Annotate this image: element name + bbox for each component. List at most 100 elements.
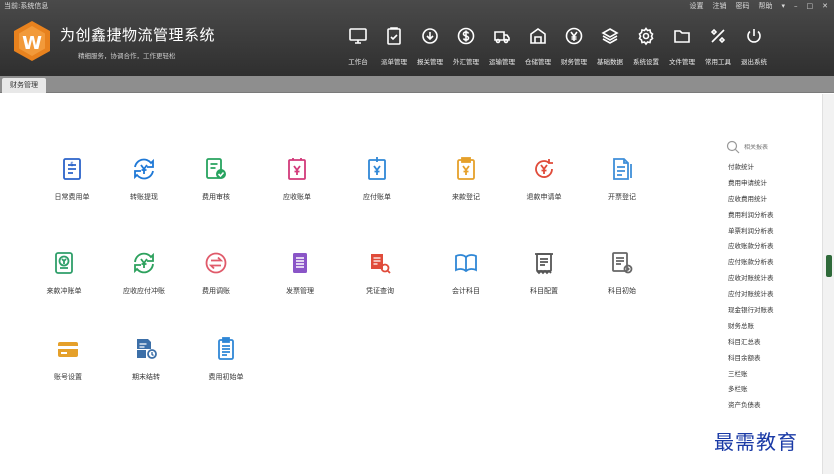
help-link[interactable]: 帮助 bbox=[758, 1, 772, 11]
nav-settings[interactable]: 系统设置 bbox=[628, 26, 664, 66]
minimize-button[interactable]: – bbox=[794, 2, 798, 10]
yen-refund-icon bbox=[535, 159, 553, 178]
truck-icon bbox=[494, 31, 510, 44]
search-icon[interactable] bbox=[726, 140, 740, 154]
report-item[interactable]: 付款统计 bbox=[728, 160, 812, 176]
tile-expense-initial[interactable]: 费用初始单 bbox=[186, 336, 266, 382]
report-item[interactable]: 应收费用统计 bbox=[728, 192, 812, 208]
header-info-text: 当前:系统信息 bbox=[4, 2, 49, 10]
nav-label: 运输管理 bbox=[489, 58, 515, 66]
form-list-icon bbox=[218, 337, 234, 360]
report-item[interactable]: 应付对账统计表 bbox=[728, 287, 812, 303]
report-item[interactable]: 多栏账 bbox=[728, 382, 812, 398]
nav-label: 派单管理 bbox=[381, 58, 407, 66]
power-icon bbox=[747, 29, 761, 43]
nav-label: 财务管理 bbox=[561, 58, 587, 66]
vertical-scrollbar[interactable] bbox=[822, 94, 834, 474]
maximize-button[interactable]: □ bbox=[807, 2, 814, 10]
nav-label: 常用工具 bbox=[705, 58, 731, 66]
tile-ar-ap-offset[interactable]: 应收应付冲账 bbox=[104, 250, 184, 296]
nav-label: 外汇管理 bbox=[453, 58, 479, 66]
tab-bar: 财务管理 bbox=[0, 76, 834, 93]
settings-link[interactable]: 设置 bbox=[689, 1, 703, 11]
swap-circle-icon bbox=[205, 252, 227, 274]
nav-basedata[interactable]: 基础数据 bbox=[592, 26, 628, 66]
nav-forex[interactable]: 外汇管理 bbox=[448, 26, 484, 66]
yen-bill-out-icon bbox=[368, 157, 386, 180]
report-item[interactable]: 资产负债表 bbox=[728, 398, 812, 414]
report-item[interactable]: 财务总账 bbox=[728, 319, 812, 335]
report-search-input[interactable] bbox=[744, 143, 804, 151]
nav-label: 退出系统 bbox=[741, 58, 767, 66]
tile-invoice-manage[interactable]: 发票管理 bbox=[260, 250, 340, 296]
report-item[interactable]: 单票利润分析表 bbox=[728, 224, 812, 240]
invoice-doc-icon bbox=[613, 158, 632, 180]
finance-workspace: $ 日常费用单 转账提现 费用审核 应收账单 应付账单 来款登记 退款申请单 开… bbox=[0, 94, 822, 474]
nav-label: 基础数据 bbox=[597, 58, 623, 66]
tile-voucher-query[interactable]: 凭证查询 bbox=[340, 250, 420, 296]
report-item[interactable]: 费用申请统计 bbox=[728, 176, 812, 192]
tile-daily-expense[interactable]: $ 日常费用单 bbox=[32, 156, 112, 202]
scrollbar-thumb[interactable] bbox=[826, 255, 832, 277]
nav-finance[interactable]: 财务管理 bbox=[556, 26, 592, 66]
report-item[interactable]: 现金银行对账表 bbox=[728, 303, 812, 319]
nav-files[interactable]: 文件管理 bbox=[664, 26, 700, 66]
nav-label: 系统设置 bbox=[633, 58, 659, 66]
tile-invoice-register[interactable]: 开票登记 bbox=[582, 156, 662, 202]
app-title: 为创鑫捷物流管理系统 bbox=[60, 26, 216, 44]
monitor-icon bbox=[349, 28, 367, 44]
close-button[interactable]: ✕ bbox=[822, 2, 828, 10]
card-icon bbox=[58, 342, 78, 357]
yen-bill-icon bbox=[288, 158, 306, 180]
report-item[interactable]: 科目汇总表 bbox=[728, 335, 812, 351]
logout-link[interactable]: 注销 bbox=[712, 1, 726, 11]
tile-expense-audit[interactable]: 费用审核 bbox=[176, 156, 256, 202]
report-item[interactable]: 应付账款分析表 bbox=[728, 255, 812, 271]
tile-account-settings[interactable]: 账号设置 bbox=[28, 336, 108, 382]
folder-icon bbox=[674, 30, 690, 43]
tab-finance[interactable]: 财务管理 bbox=[2, 78, 46, 93]
tile-expense-adjust[interactable]: 费用调账 bbox=[176, 250, 256, 296]
tile-accounting-subject[interactable]: 会计科目 bbox=[426, 250, 506, 296]
tile-subject-config[interactable]: 科目配置 bbox=[504, 250, 584, 296]
yen-exchange-icon bbox=[134, 158, 154, 180]
invoice-list-icon bbox=[293, 253, 307, 273]
tile-transfer[interactable]: 转账提现 bbox=[104, 156, 184, 202]
report-search bbox=[726, 140, 812, 154]
nav-transport[interactable]: 运输管理 bbox=[484, 26, 520, 66]
receipt-icon: $ bbox=[63, 158, 81, 180]
tile-refund-request[interactable]: 退款申请单 bbox=[504, 156, 584, 202]
nav-tools[interactable]: 常用工具 bbox=[700, 26, 736, 66]
yen-clipboard-icon bbox=[457, 157, 475, 180]
tools-icon bbox=[710, 28, 726, 44]
nav-label: 仓储管理 bbox=[525, 58, 551, 66]
nav-exit[interactable]: 退出系统 bbox=[736, 26, 772, 66]
nav-warehouse[interactable]: 仓储管理 bbox=[520, 26, 556, 66]
report-item[interactable]: 三栏账 bbox=[728, 367, 812, 383]
main-nav: 工作台 派单管理 报关管理 外汇管理 运输管理 仓储管理 财务管理 基础数据 系… bbox=[340, 26, 772, 66]
report-item[interactable]: 应收对账统计表 bbox=[728, 271, 812, 287]
report-item[interactable]: 科目余额表 bbox=[728, 351, 812, 367]
tile-receivable-bill[interactable]: 应收账单 bbox=[257, 156, 337, 202]
password-link[interactable]: 密码 bbox=[735, 1, 749, 11]
dropdown-icon[interactable]: ▾ bbox=[781, 2, 785, 10]
nav-workbench[interactable]: 工作台 bbox=[340, 26, 376, 66]
app-logo-icon: W bbox=[14, 21, 50, 61]
report-item[interactable]: 费用利润分析表 bbox=[728, 208, 812, 224]
svg-text:$: $ bbox=[70, 161, 74, 168]
audit-check-icon bbox=[206, 158, 226, 179]
yen-circle-icon bbox=[565, 27, 583, 45]
window-controls: 设置 注销 密码 帮助 ▾ – □ ✕ bbox=[689, 1, 828, 11]
nav-dispatch[interactable]: 派单管理 bbox=[376, 26, 412, 66]
tile-payment-register[interactable]: 来款登记 bbox=[426, 156, 506, 202]
nav-customs[interactable]: 报关管理 bbox=[412, 26, 448, 66]
warehouse-icon bbox=[530, 28, 546, 44]
tile-payable-bill[interactable]: 应付账单 bbox=[337, 156, 417, 202]
tile-subject-initial[interactable]: 科目初始 bbox=[582, 250, 662, 296]
report-item[interactable]: 应收账款分析表 bbox=[728, 239, 812, 255]
yen-ledger-icon bbox=[55, 252, 73, 274]
tile-period-close[interactable]: 期末结转 bbox=[106, 336, 186, 382]
tile-payment-offset[interactable]: 来款冲账单 bbox=[24, 250, 104, 296]
dollar-circle-icon bbox=[457, 27, 475, 45]
nav-label: 文件管理 bbox=[669, 58, 695, 66]
